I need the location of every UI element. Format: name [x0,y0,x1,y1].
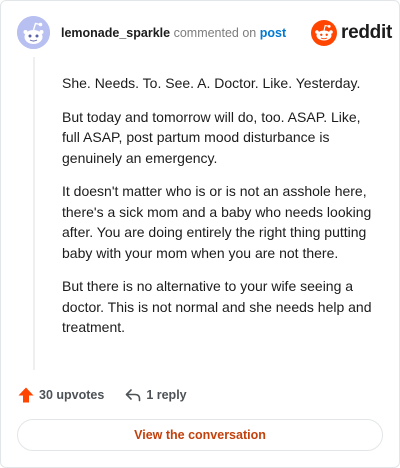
upvote-count: 30 upvotes [39,388,105,402]
upvote-button[interactable]: 30 upvotes [17,386,104,404]
view-conversation-button[interactable]: View the conversation [17,419,383,451]
comment-paragraph: It doesn't matter who is or is not an as… [62,183,372,261]
brand-wordmark: reddit [341,22,392,43]
user-avatar[interactable] [17,16,50,49]
comment-actions: 30 upvotes 1 reply [17,386,187,404]
comment-paragraph: But today and tomorrow will do, too. ASA… [62,108,361,166]
reddit-brand-link[interactable]: reddit [311,20,392,46]
comment-paragraph: But there is no alternative to your wife… [62,278,372,335]
comment-body: She. Needs. To. See. A. Doctor. Like. Ye… [62,73,380,351]
upvote-arrow-icon [18,387,34,403]
username-link[interactable]: lemonade_sparkle [61,26,170,40]
reply-button[interactable]: 1 reply [124,386,187,404]
reply-count: 1 reply [146,388,187,402]
post-link[interactable]: post [260,26,286,40]
thread-line [33,57,35,370]
comment-header: lemonade_sparkle commented on post [61,25,286,41]
embedded-comment-card: lemonade_sparkle commented on post reddi… [0,0,400,468]
reply-arrow-icon [126,389,141,402]
comment-paragraph: She. Needs. To. See. A. Doctor. Like. Ye… [62,75,361,91]
action-text: commented on [173,26,257,40]
reddit-logo-icon [311,20,337,46]
reddit-snoo-avatar-icon [17,16,50,49]
